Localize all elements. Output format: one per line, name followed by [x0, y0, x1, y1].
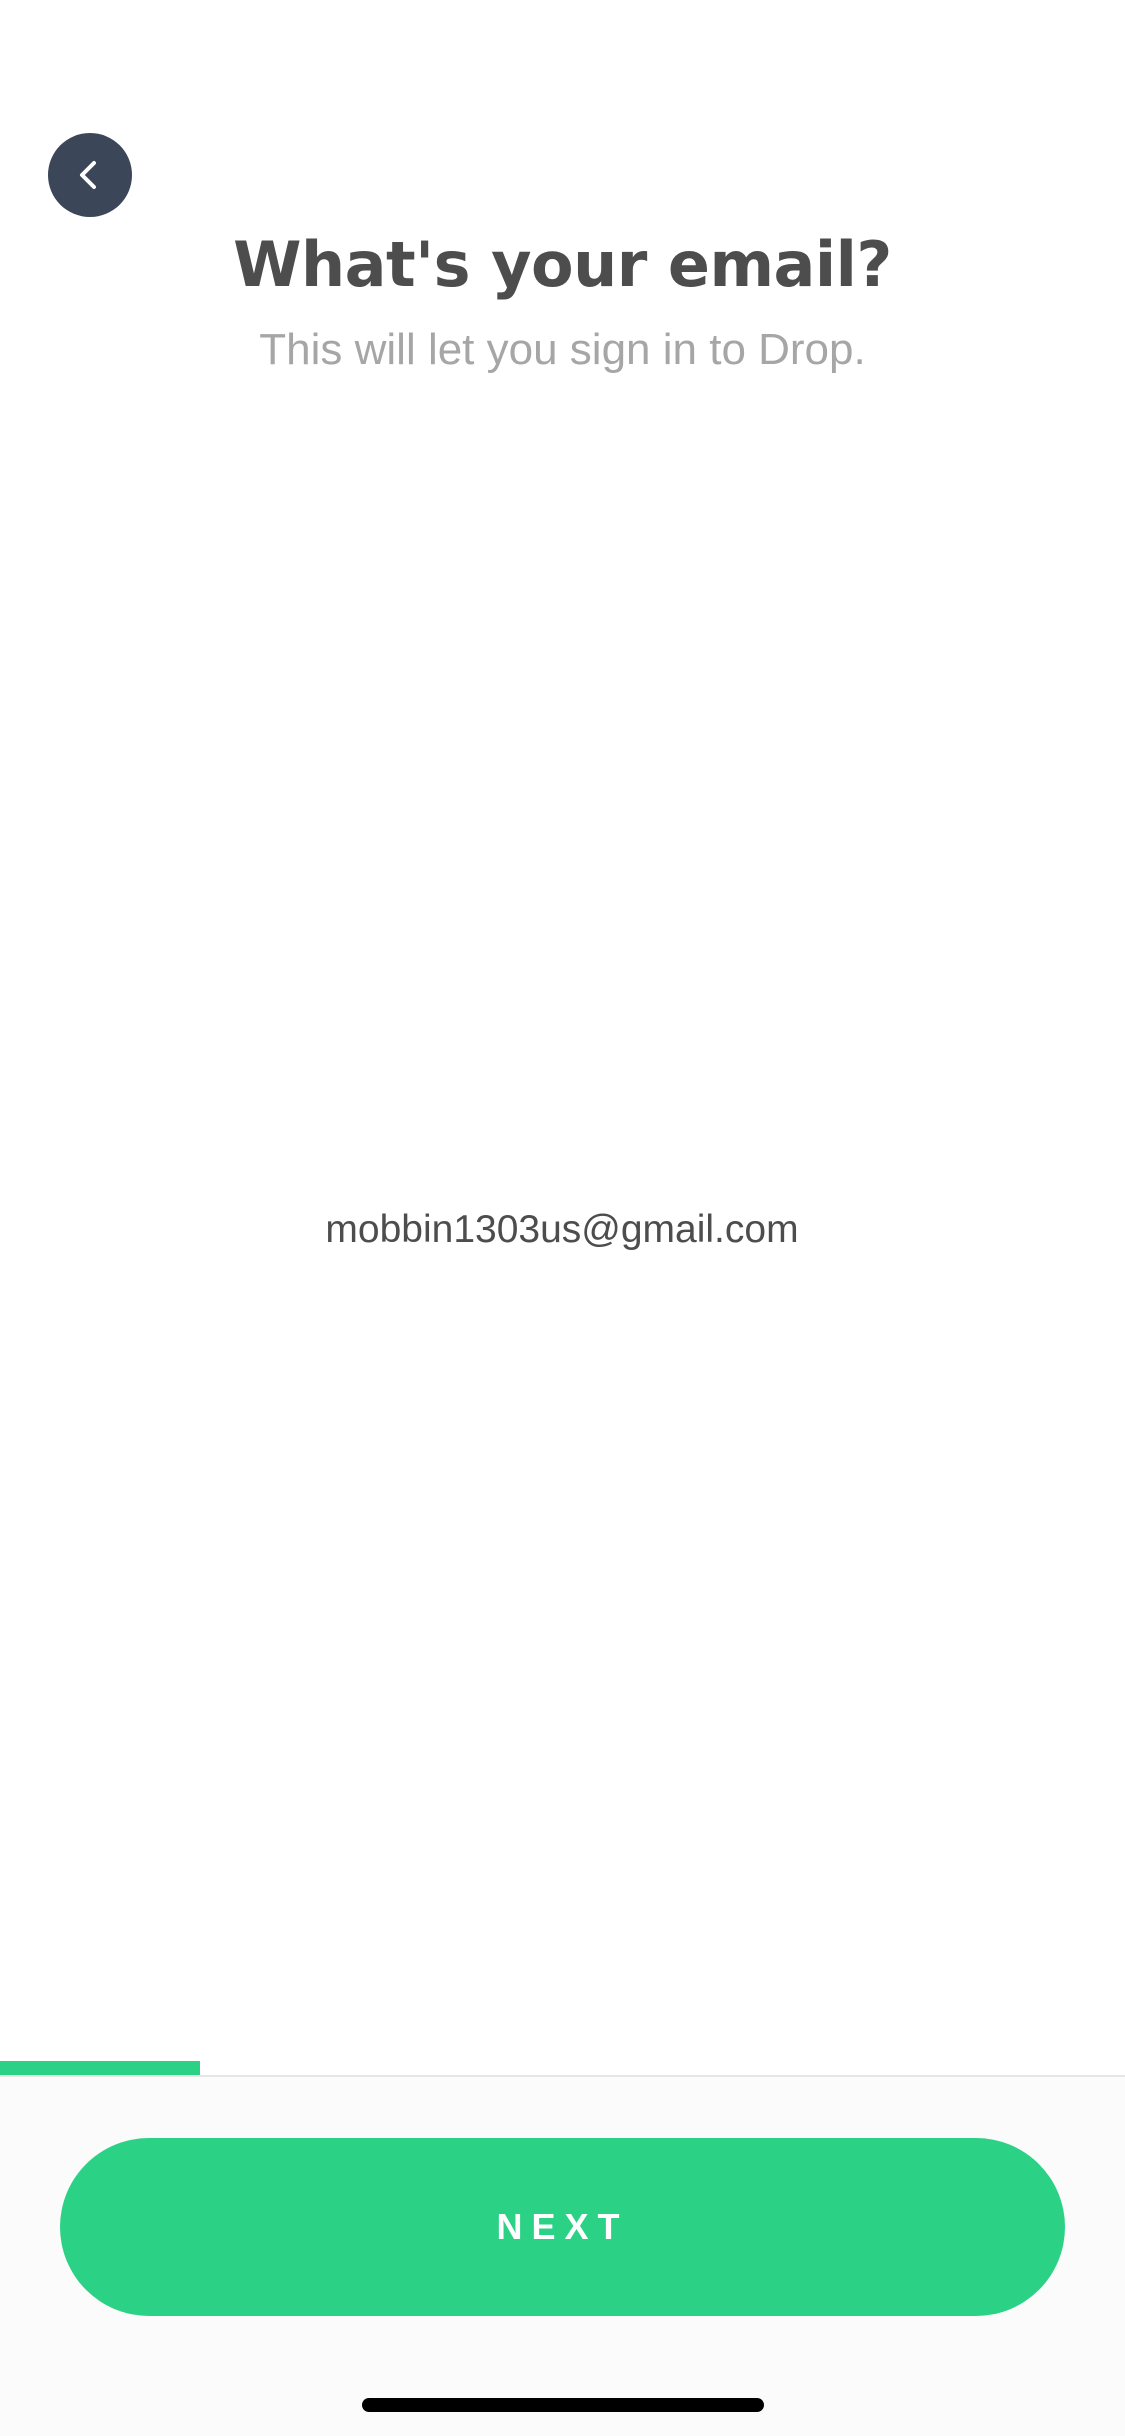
back-button[interactable] [48, 133, 132, 217]
page-subtitle: This will let you sign in to Drop. [259, 325, 866, 374]
page-title: What's your email? [233, 228, 892, 301]
next-button-label: NEXT [496, 2206, 629, 2247]
divider [0, 2075, 1125, 2077]
next-button[interactable]: NEXT [60, 2138, 1065, 2316]
email-field[interactable] [112, 1190, 1012, 1270]
home-indicator [362, 2398, 764, 2412]
progress-bar [0, 2061, 201, 2075]
chevron-left-icon [70, 155, 110, 195]
